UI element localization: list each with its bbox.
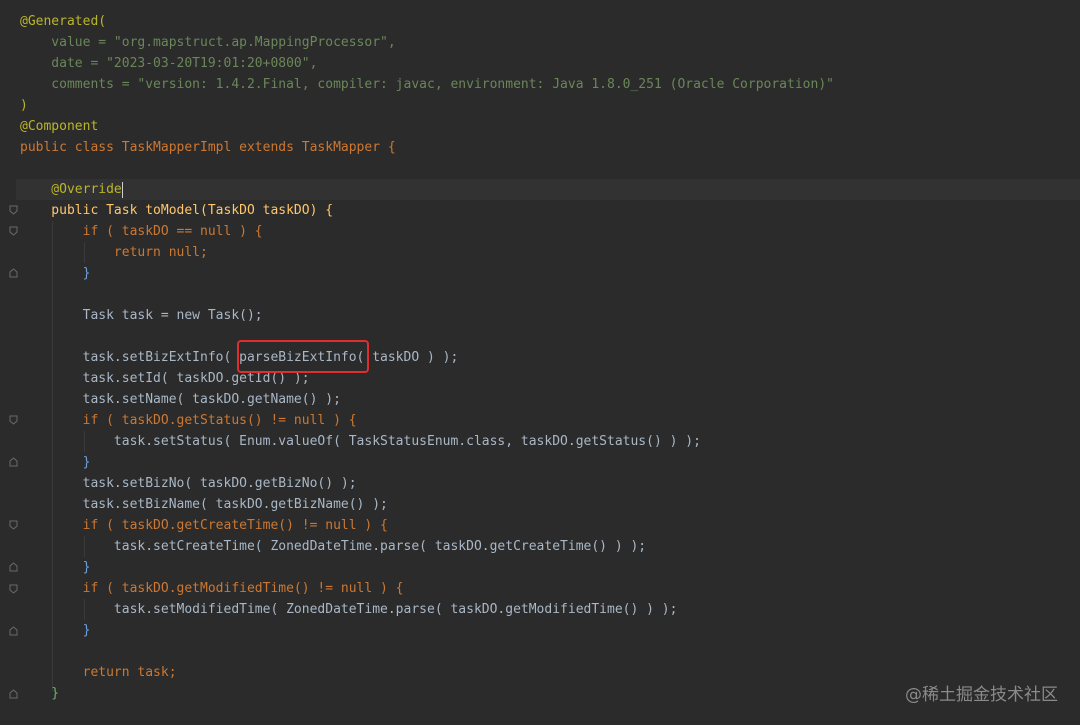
fold-marker-icon[interactable] [9,268,18,278]
code-line-text: task.setCreateTime( ZonedDateTime.parse(… [20,539,647,554]
watermark: @稀土掘金技术社区 [905,685,1058,705]
code-line-text: task.setStatus( Enum.valueOf( TaskStatus… [20,434,701,449]
code-line-text: if ( taskDO.getCreateTime() != null ) { [20,518,388,533]
code-line-text: if ( taskDO.getStatus() != null ) { [20,413,357,428]
code-line-text: @Generated( [20,14,107,29]
code-line: task.setName( taskDO.getName() ); [20,389,1080,410]
code-line-text: } [20,266,91,281]
editor-gutter [0,0,20,725]
code-line-text: } [20,455,91,470]
code-line: if ( taskDO.getStatus() != null ) { [20,410,1080,431]
code-line-text: return task; [20,665,177,680]
code-line-text: ) [20,98,28,113]
code-line-text: public Task toModel(TaskDO taskDO) { [20,203,334,218]
code-line-text: task.setBizNo( taskDO.getBizNo() ); [20,476,357,491]
highlight-box [237,340,369,373]
code-line: value = "org.mapstruct.ap.MappingProcess… [20,32,1080,53]
code-line-text: @Override [20,182,122,197]
code-line: if ( taskDO.getModifiedTime() != null ) … [20,578,1080,599]
fold-marker-icon[interactable] [9,457,18,467]
code-line-text: public class TaskMapperImpl extends Task… [20,140,396,155]
code-line: task.setBizNo( taskDO.getBizNo() ); [20,473,1080,494]
code-line: @Generated( [20,11,1080,32]
code-line-text: date = "2023-03-20T19:01:20+0800", [20,56,318,71]
fold-marker-icon[interactable] [9,584,18,594]
fold-marker-icon[interactable] [9,226,18,236]
code-line: } [20,557,1080,578]
code-line: comments = "version: 1.4.2.Final, compil… [20,74,1080,95]
code-line: date = "2023-03-20T19:01:20+0800", [20,53,1080,74]
code-line-text: task.setName( taskDO.getName() ); [20,392,341,407]
code-line-text: task.setModifiedTime( ZonedDateTime.pars… [20,602,678,617]
code-line: if ( taskDO == null ) { [20,221,1080,242]
code-line: task.setCreateTime( ZonedDateTime.parse(… [20,536,1080,557]
code-line-text: } [20,560,91,575]
fold-marker-icon[interactable] [9,520,18,530]
code-line: task.setId( taskDO.getId() ); [20,368,1080,389]
code-line: Task task = new Task(); [20,305,1080,326]
code-line-text: if ( taskDO.getModifiedTime() != null ) … [20,581,404,596]
code-line-current: @Override [16,179,1080,200]
fold-marker-icon[interactable] [9,205,18,215]
code-line: task.setBizExtInfo( parseBizExtInfo( tas… [20,347,1080,368]
code-line: } [20,452,1080,473]
code-line: task.setStatus( Enum.valueOf( TaskStatus… [20,431,1080,452]
code-line-text: Task task = new Task(); [20,308,263,323]
code-line: } [20,620,1080,641]
fold-marker-icon[interactable] [9,562,18,572]
code-line: public class TaskMapperImpl extends Task… [20,137,1080,158]
fold-marker-icon[interactable] [9,689,18,699]
code-line: task.setModifiedTime( ZonedDateTime.pars… [20,599,1080,620]
text-caret [121,181,123,198]
code-line-text: return null; [20,245,208,260]
code-line-text: @Component [20,119,99,134]
code-line-text: comments = "version: 1.4.2.Final, compil… [20,77,834,92]
code-line-text: value = "org.mapstruct.ap.MappingProcess… [20,35,396,50]
code-line-text: } [20,623,91,638]
code-line: return null; [20,242,1080,263]
code-line: if ( taskDO.getCreateTime() != null ) { [20,515,1080,536]
code-line: task.setBizName( taskDO.getBizName() ); [20,494,1080,515]
code-line-text: task.setId( taskDO.getId() ); [20,371,310,386]
code-editor[interactable]: @Generated( value = "org.mapstruct.ap.Ma… [16,11,1080,725]
fold-marker-icon[interactable] [9,626,18,636]
code-line: ) [20,95,1080,116]
code-line-text: } [20,686,60,701]
code-line: public Task toModel(TaskDO taskDO) { [20,200,1080,221]
code-line: } [20,263,1080,284]
code-line: @Component [20,116,1080,137]
fold-marker-icon[interactable] [9,415,18,425]
code-line-text: if ( taskDO == null ) { [20,224,263,239]
code-line-text: task.setBizName( taskDO.getBizName() ); [20,497,388,512]
